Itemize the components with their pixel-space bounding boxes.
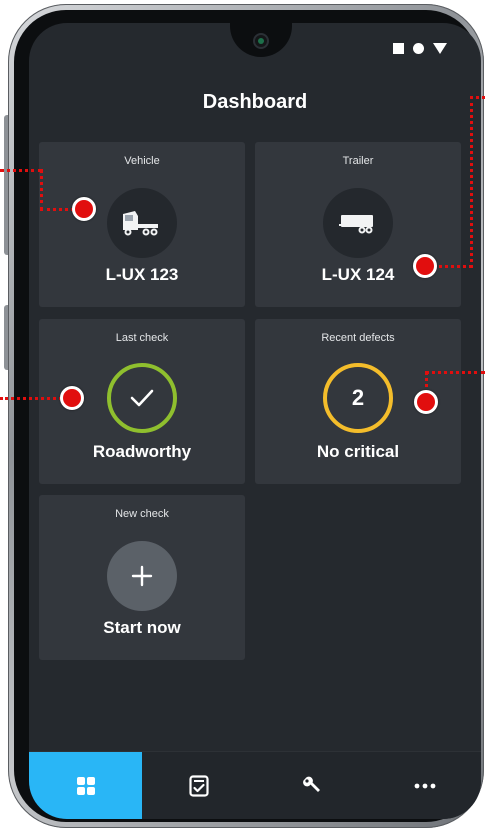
last-check-status: Roadworthy [92,442,192,461]
plus-icon [131,565,153,587]
callout-line-vehicle [40,169,43,211]
new-check-card[interactable]: New check Start now [39,495,245,660]
callout-line-vehicle [0,169,42,172]
app-screen: Dashboard Vehicle L-UX 123 Trailer L-UX … [29,23,481,819]
callout-line-recent-defects [425,371,485,374]
callout-line-trailer [470,96,473,268]
trailer-label: Trailer [342,155,374,167]
device-mockup: Dashboard Vehicle L-UX 123 Trailer L-UX … [0,0,485,831]
last-check-ring [107,363,177,433]
start-now-label: Start now [103,618,181,637]
circle-icon [413,43,424,54]
dashboard-grid-icon [76,776,95,795]
tab-more[interactable] [368,752,481,819]
vehicle-plate: L-UX 123 [105,265,179,284]
trailer-icon-circle [323,188,393,258]
wrench-icon [302,776,320,792]
vehicle-label: Vehicle [124,155,160,167]
phone-frame: Dashboard Vehicle L-UX 123 Trailer L-UX … [8,4,484,828]
bottom-navigation [29,751,481,819]
more-icon [414,783,435,788]
callout-marker-recent-defects [414,390,438,414]
vehicle-icon-circle [107,188,177,258]
callout-marker-last-check [60,386,84,410]
defect-count: 2 [351,385,365,410]
recent-defects-ring: 2 [323,363,393,433]
recent-defects-label: Recent defects [321,332,395,344]
tab-checks[interactable] [142,752,255,819]
status-bar [393,43,447,54]
triangle-icon [433,43,447,54]
trailer-card[interactable]: Trailer L-UX 124 [255,142,461,307]
vehicle-card[interactable]: Vehicle L-UX 123 [39,142,245,307]
check-icon [130,389,154,407]
notch [230,23,292,57]
page-title: Dashboard [202,91,308,113]
new-check-label: New check [115,508,169,520]
callout-marker-trailer [413,254,437,278]
last-check-label: Last check [115,332,169,344]
callout-line-last-check [0,397,62,400]
camera-icon [253,33,269,49]
callout-line-trailer [434,265,472,268]
start-check-button[interactable] [107,541,177,611]
recent-defects-status: No critical [316,442,400,461]
tab-dashboard[interactable] [29,752,142,819]
trailer-icon [339,215,373,234]
square-icon [393,43,404,54]
tab-defects[interactable] [255,752,368,819]
truck-icon [123,211,158,236]
checklist-icon [188,774,209,797]
callout-line-vehicle [40,208,74,211]
callout-marker-vehicle [72,197,96,221]
